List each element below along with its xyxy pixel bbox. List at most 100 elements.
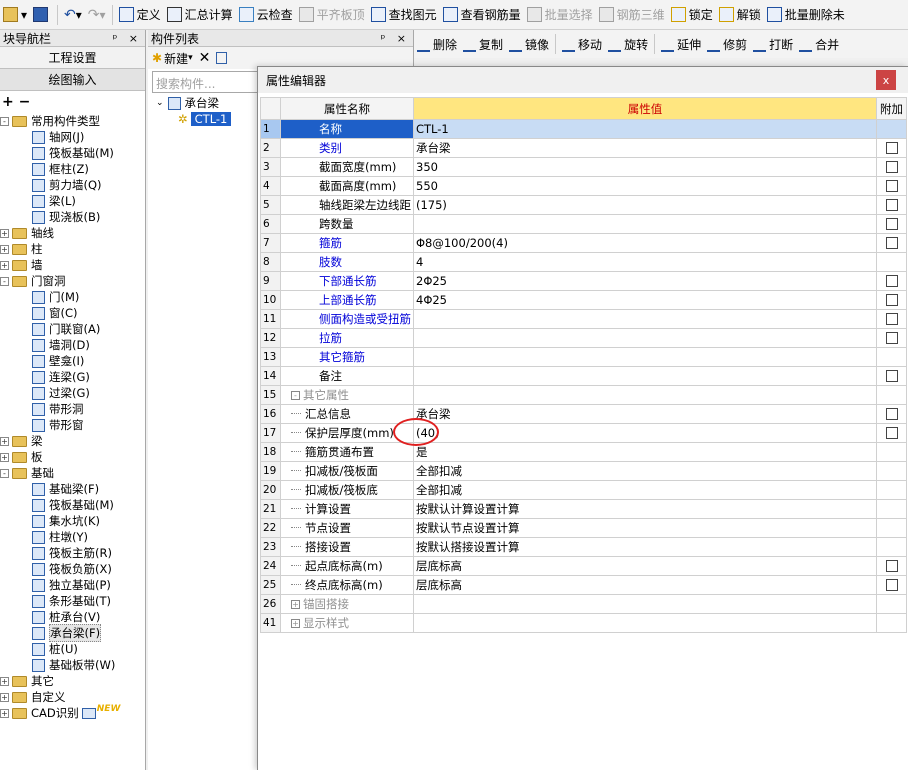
toolbar-item[interactable]: 查找图元	[368, 3, 440, 27]
property-value[interactable]	[413, 214, 877, 234]
append-checkbox[interactable]	[885, 275, 898, 287]
property-row[interactable]: 24 起点底标高(m) 层底标高	[260, 556, 907, 576]
group-toggle-icon[interactable]: +	[291, 600, 300, 609]
edit-tool-item[interactable]: 删除	[414, 32, 460, 56]
tree-node[interactable]: + 轴线	[0, 225, 145, 241]
append-checkbox[interactable]	[885, 313, 898, 325]
property-row[interactable]: 8 肢数 4	[260, 252, 907, 272]
pin-close-controls[interactable]: ᵖ ×	[113, 32, 142, 45]
tree-node[interactable]: 柱墩(Y)	[0, 529, 145, 545]
property-value[interactable]	[413, 366, 877, 386]
property-row[interactable]: 9 下部通长筋 2Φ25	[260, 271, 907, 291]
tree-node[interactable]: 轴网(J)	[0, 129, 145, 145]
toolbar-item[interactable]: 解锁	[716, 3, 764, 27]
tree-node[interactable]: + 自定义	[0, 689, 145, 705]
property-value[interactable]: 是	[413, 442, 877, 462]
property-value[interactable]: 层底标高	[413, 575, 877, 595]
property-value[interactable]: 全部扣减	[413, 480, 877, 500]
dropdown-icon[interactable]: ▾	[188, 53, 193, 63]
expand-toggle-icon[interactable]: -	[0, 116, 9, 126]
drawing-input-button[interactable]: 绘图输入	[0, 69, 145, 91]
tree-node[interactable]: 门(M)	[0, 289, 145, 305]
tree-node[interactable]: 门联窗(A)	[0, 321, 145, 337]
property-row[interactable]: 20 扣减板/筏板底 全部扣减	[260, 480, 907, 500]
property-row[interactable]: 1 名称 CTL-1	[260, 119, 907, 139]
property-value[interactable]: 承台梁	[413, 404, 877, 424]
toolbar-item[interactable]: 锁定	[668, 3, 716, 27]
tree-node[interactable]: 筏板主筋(R)	[0, 545, 145, 561]
expand-toggle-icon[interactable]: +	[0, 228, 9, 238]
property-value[interactable]: Φ8@100/200(4)	[413, 233, 877, 253]
project-settings-button[interactable]: 工程设置	[0, 47, 145, 69]
redo-button[interactable]: ↷ ▾	[85, 3, 109, 27]
edit-tool-item[interactable]: 合并	[796, 32, 842, 56]
property-row[interactable]: 3 截面宽度(mm) 350	[260, 157, 907, 177]
copy-icon[interactable]	[216, 52, 228, 64]
toolbar-item[interactable]: 查看钢筋量	[440, 3, 524, 27]
new-button[interactable]: 新建	[164, 50, 188, 67]
tree-node[interactable]: 带形洞	[0, 401, 145, 417]
property-value[interactable]	[413, 594, 877, 614]
property-row[interactable]: 18 箍筋贯通布置 是	[260, 442, 907, 462]
tree-node[interactable]: + 墙	[0, 257, 145, 273]
expand-toggle-icon[interactable]: -	[0, 468, 9, 478]
property-row[interactable]: 26 + 锚固搭接	[260, 594, 907, 614]
expand-toggle-icon[interactable]: +	[0, 676, 9, 686]
delete-icon[interactable]: ✕	[199, 50, 211, 66]
append-checkbox[interactable]	[885, 408, 898, 420]
save-button[interactable]	[30, 3, 54, 27]
tree-node[interactable]: 筏板负筋(X)	[0, 561, 145, 577]
edit-tool-item[interactable]: 移动	[559, 32, 605, 56]
edit-tool-item[interactable]: 延伸	[658, 32, 704, 56]
property-row[interactable]: 2 类别 承台梁	[260, 138, 907, 158]
expand-toggle-icon[interactable]: +	[0, 260, 9, 270]
property-value[interactable]	[413, 385, 877, 405]
open-button[interactable]: ▾	[0, 3, 30, 27]
property-value[interactable]: 4	[413, 252, 877, 272]
toolbar-item[interactable]: 批量选择	[524, 3, 596, 27]
property-value[interactable]	[413, 328, 877, 348]
property-value[interactable]	[413, 309, 877, 329]
property-row[interactable]: 5 轴线距梁左边线距 (175)	[260, 195, 907, 215]
tree-node[interactable]: - 基础	[0, 465, 145, 481]
append-checkbox[interactable]	[885, 370, 898, 382]
property-value[interactable]: 全部扣减	[413, 461, 877, 481]
append-checkbox[interactable]	[885, 294, 898, 306]
property-value[interactable]: 承台梁	[413, 138, 877, 158]
tree-node[interactable]: 梁(L)	[0, 193, 145, 209]
tree-node[interactable]: 桩(U)	[0, 641, 145, 657]
toolbar-item[interactable]: 定义	[116, 3, 164, 27]
append-checkbox[interactable]	[885, 161, 898, 173]
edit-tool-item[interactable]: 修剪	[704, 32, 750, 56]
expand-toggle-icon[interactable]: -	[0, 276, 9, 286]
property-row[interactable]: 7 箍筋 Φ8@100/200(4)	[260, 233, 907, 253]
property-row[interactable]: 12 拉筋	[260, 328, 907, 348]
property-row[interactable]: 10 上部通长筋 4Φ25	[260, 290, 907, 310]
tree-node[interactable]: 过梁(G)	[0, 385, 145, 401]
expand-toggle-icon[interactable]: +	[0, 692, 9, 702]
tree-node[interactable]: 承台梁(F)	[0, 624, 145, 642]
tree-node[interactable]: + CAD识别 NEW	[0, 704, 145, 721]
toolbar-item[interactable]: 平齐板顶	[296, 3, 368, 27]
tree-node[interactable]: 筏板基础(M)	[0, 497, 145, 513]
tree-node[interactable]: 框柱(Z)	[0, 161, 145, 177]
property-value[interactable]: CTL-1	[413, 119, 877, 139]
property-row[interactable]: 21 计算设置 按默认计算设置计算	[260, 499, 907, 519]
tree-node[interactable]: 连梁(G)	[0, 369, 145, 385]
tree-node[interactable]: + 柱	[0, 241, 145, 257]
pin-close-controls[interactable]: ᵖ ×	[381, 32, 410, 45]
property-value[interactable]: 按默认搭接设置计算	[413, 537, 877, 557]
collapse-icon[interactable]: ⌄	[156, 98, 164, 108]
edit-tool-item[interactable]: 打断	[750, 32, 796, 56]
property-value[interactable]: 按默认计算设置计算	[413, 499, 877, 519]
tree-node[interactable]: 条形基础(T)	[0, 593, 145, 609]
expand-toggle-icon[interactable]: +	[0, 244, 9, 254]
tree-node[interactable]: 壁龛(I)	[0, 353, 145, 369]
property-row[interactable]: 19 扣减板/筏板面 全部扣减	[260, 461, 907, 481]
group-toggle-icon[interactable]: -	[291, 391, 300, 400]
tree-node[interactable]: + 梁	[0, 433, 145, 449]
tree-node[interactable]: 基础梁(F)	[0, 481, 145, 497]
tree-node[interactable]: 窗(C)	[0, 305, 145, 321]
tree-node[interactable]: 桩承台(V)	[0, 609, 145, 625]
property-row[interactable]: 17 保护层厚度(mm) (40)	[260, 423, 907, 443]
